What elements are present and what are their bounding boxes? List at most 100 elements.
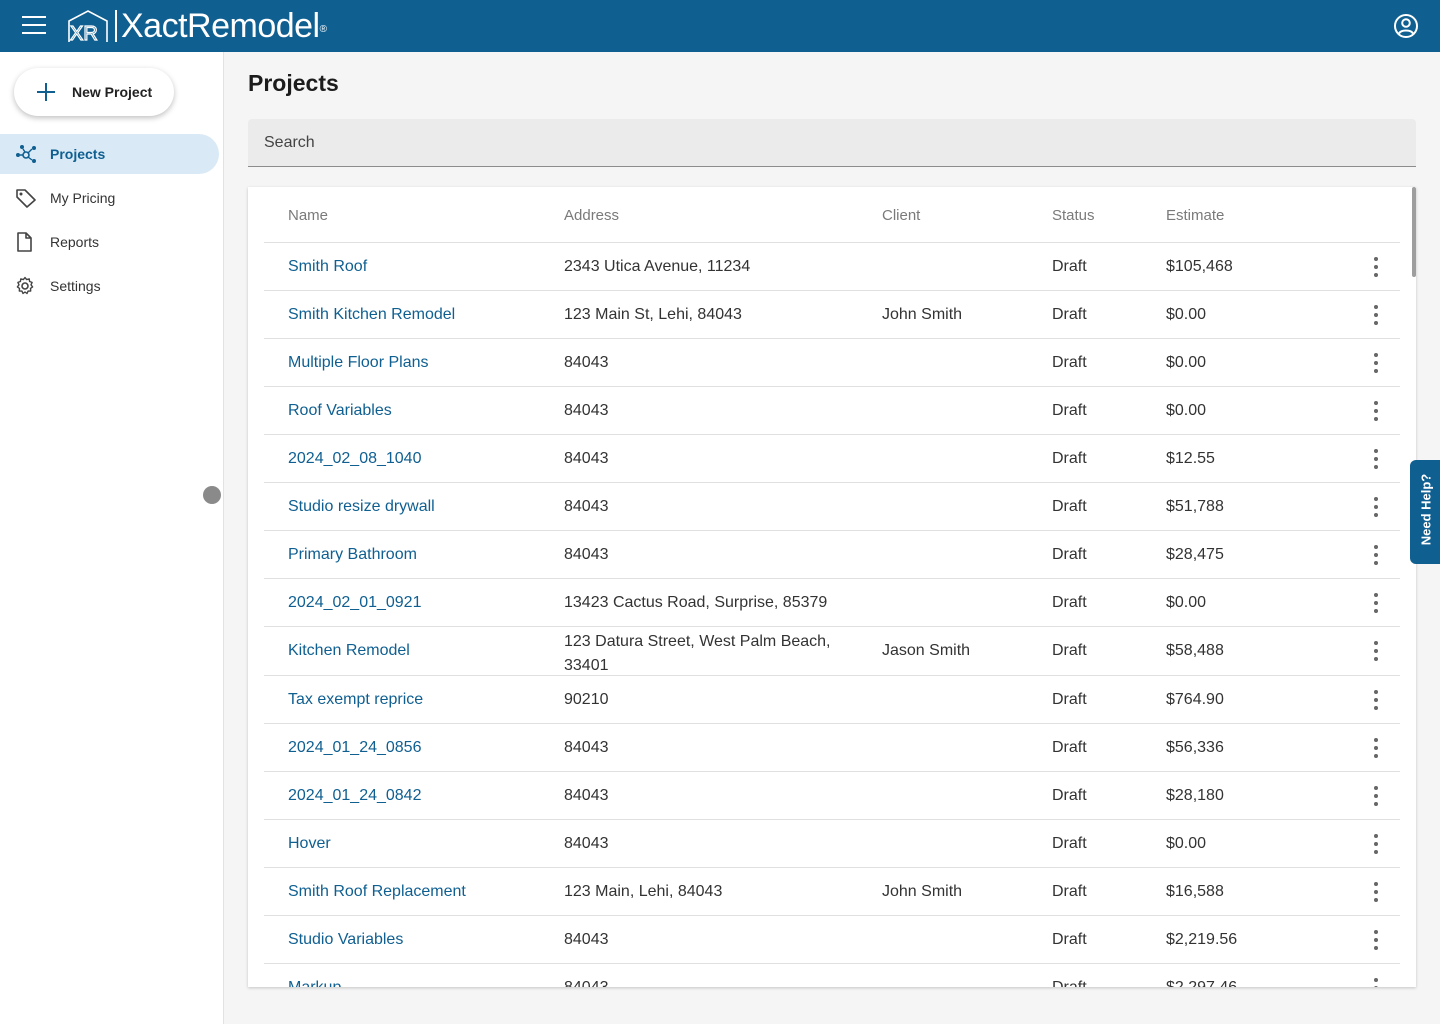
app-logo: XactRemodel® bbox=[121, 5, 327, 47]
project-status: Draft bbox=[1052, 450, 1087, 467]
more-vertical-icon[interactable] bbox=[1366, 641, 1386, 663]
table-row[interactable]: 2024_01_24_0856 84043 Draft $56,336 bbox=[264, 724, 1400, 772]
logo-divider bbox=[115, 10, 117, 42]
table-row[interactable]: Roof Variables 84043 Draft $0.00 bbox=[264, 387, 1400, 435]
project-client: Jason Smith bbox=[882, 642, 971, 659]
project-estimate: $16,588 bbox=[1166, 883, 1224, 900]
column-header-name[interactable]: Name bbox=[288, 207, 328, 224]
table-row[interactable]: Smith Roof 2343 Utica Avenue, 11234 Draf… bbox=[264, 243, 1400, 291]
column-header-status[interactable]: Status bbox=[1052, 207, 1095, 224]
document-icon bbox=[17, 232, 32, 252]
project-status: Draft bbox=[1052, 642, 1087, 659]
project-name-link[interactable]: 2024_01_24_0842 bbox=[288, 787, 421, 805]
project-name-link[interactable]: Multiple Floor Plans bbox=[288, 354, 429, 372]
tag-icon bbox=[16, 189, 36, 208]
column-header-address[interactable]: Address bbox=[564, 207, 619, 224]
more-vertical-icon[interactable] bbox=[1366, 738, 1386, 760]
project-name-link[interactable]: 2024_02_08_1040 bbox=[288, 450, 421, 468]
sidebar-item-label: My Pricing bbox=[50, 190, 116, 206]
new-project-label: New Project bbox=[72, 84, 153, 100]
project-name-link[interactable]: Tax exempt reprice bbox=[288, 691, 423, 709]
table-scrollbar[interactable] bbox=[1412, 187, 1416, 277]
project-name-link[interactable]: Kitchen Remodel bbox=[288, 642, 410, 660]
table-row[interactable]: Multiple Floor Plans 84043 Draft $0.00 bbox=[264, 339, 1400, 387]
project-address: 90210 bbox=[564, 691, 609, 708]
project-status: Draft bbox=[1052, 691, 1087, 708]
more-vertical-icon[interactable] bbox=[1366, 497, 1386, 519]
project-estimate: $2,219.56 bbox=[1166, 931, 1238, 948]
sidebar-collapse-handle[interactable] bbox=[203, 486, 221, 504]
table-row[interactable]: Kitchen Remodel 123 Datura Street, West … bbox=[264, 627, 1400, 676]
table-row[interactable]: 2024_01_24_0842 84043 Draft $28,180 bbox=[264, 772, 1400, 820]
project-estimate: $0.00 bbox=[1166, 306, 1207, 323]
more-vertical-icon[interactable] bbox=[1366, 305, 1386, 327]
project-status: Draft bbox=[1052, 498, 1087, 515]
project-estimate: $51,788 bbox=[1166, 498, 1224, 515]
more-vertical-icon[interactable] bbox=[1366, 449, 1386, 471]
project-name-link[interactable]: Smith Roof bbox=[288, 258, 367, 276]
column-header-estimate[interactable]: Estimate bbox=[1166, 207, 1224, 224]
table-row[interactable]: Markup 84043 Draft $2,297.46 bbox=[264, 964, 1400, 987]
project-name-link[interactable]: Primary Bathroom bbox=[288, 546, 417, 564]
project-estimate: $58,488 bbox=[1166, 642, 1224, 659]
table-row[interactable]: Smith Kitchen Remodel 123 Main St, Lehi,… bbox=[264, 291, 1400, 339]
sidebar-item-settings[interactable]: Settings bbox=[0, 266, 219, 306]
project-name-link[interactable]: 2024_02_01_0921 bbox=[288, 594, 421, 612]
sidebar-item-my-pricing[interactable]: My Pricing bbox=[0, 178, 219, 218]
project-estimate: $12.55 bbox=[1166, 450, 1215, 467]
project-address: 84043 bbox=[564, 498, 609, 515]
table-row[interactable]: Hover 84043 Draft $0.00 bbox=[264, 820, 1400, 868]
project-status: Draft bbox=[1052, 306, 1087, 323]
more-vertical-icon[interactable] bbox=[1366, 930, 1386, 952]
project-name-link[interactable]: Roof Variables bbox=[288, 402, 392, 420]
project-estimate: $0.00 bbox=[1166, 835, 1207, 852]
more-vertical-icon[interactable] bbox=[1366, 545, 1386, 567]
table-row[interactable]: Studio resize drywall 84043 Draft $51,78… bbox=[264, 483, 1400, 531]
project-estimate: $764.90 bbox=[1166, 691, 1224, 708]
more-vertical-icon[interactable] bbox=[1366, 690, 1386, 712]
project-name-link[interactable]: Studio Variables bbox=[288, 931, 403, 949]
project-estimate: $2,297.46 bbox=[1166, 979, 1237, 987]
more-vertical-icon[interactable] bbox=[1366, 353, 1386, 375]
table-row[interactable]: Smith Roof Replacement 123 Main, Lehi, 8… bbox=[264, 868, 1400, 916]
plus-icon bbox=[37, 83, 55, 101]
more-vertical-icon[interactable] bbox=[1366, 978, 1386, 987]
hamburger-menu-icon[interactable] bbox=[22, 16, 46, 36]
project-status: Draft bbox=[1052, 979, 1087, 987]
project-address: 84043 bbox=[564, 354, 609, 371]
new-project-button[interactable]: New Project bbox=[14, 68, 174, 116]
table-row[interactable]: Primary Bathroom 84043 Draft $28,475 bbox=[264, 531, 1400, 579]
project-status: Draft bbox=[1052, 883, 1087, 900]
project-name-link[interactable]: 2024_01_24_0856 bbox=[288, 739, 421, 757]
more-vertical-icon[interactable] bbox=[1366, 257, 1386, 279]
sidebar-item-reports[interactable]: Reports bbox=[0, 222, 219, 262]
table-row[interactable]: Tax exempt reprice 90210 Draft $764.90 bbox=[264, 676, 1400, 724]
table-row[interactable]: 2024_02_01_0921 13423 Cactus Road, Surpr… bbox=[264, 579, 1400, 627]
more-vertical-icon[interactable] bbox=[1366, 882, 1386, 904]
search-input[interactable] bbox=[248, 119, 1416, 167]
project-name-link[interactable]: Smith Roof Replacement bbox=[288, 883, 466, 901]
project-estimate: $0.00 bbox=[1166, 594, 1207, 611]
project-name-link[interactable]: Hover bbox=[288, 835, 331, 853]
project-status: Draft bbox=[1052, 354, 1087, 371]
need-help-tab[interactable]: Need Help? bbox=[1410, 460, 1440, 564]
table-row[interactable]: 2024_02_08_1040 84043 Draft $12.55 bbox=[264, 435, 1400, 483]
project-name-link[interactable]: Studio resize drywall bbox=[288, 498, 435, 516]
column-header-client[interactable]: Client bbox=[882, 207, 920, 224]
project-address: 123 Main St, Lehi, 84043 bbox=[564, 306, 742, 323]
table-body: Smith Roof 2343 Utica Avenue, 11234 Draf… bbox=[264, 243, 1400, 987]
project-name-link[interactable]: Smith Kitchen Remodel bbox=[288, 306, 455, 324]
more-vertical-icon[interactable] bbox=[1366, 786, 1386, 808]
table-row[interactable]: Studio Variables 84043 Draft $2,219.56 bbox=[264, 916, 1400, 964]
more-vertical-icon[interactable] bbox=[1366, 593, 1386, 615]
more-vertical-icon[interactable] bbox=[1366, 401, 1386, 423]
project-address: 13423 Cactus Road, Surprise, 85379 bbox=[564, 594, 828, 611]
project-name-link[interactable]: Markup bbox=[288, 979, 341, 987]
project-status: Draft bbox=[1052, 931, 1087, 948]
more-vertical-icon[interactable] bbox=[1366, 834, 1386, 856]
gear-icon bbox=[16, 276, 34, 295]
project-client: John Smith bbox=[882, 306, 963, 323]
projects-table: Name Address Client Status Estimate Smit… bbox=[248, 187, 1416, 987]
sidebar-item-projects[interactable]: Projects bbox=[0, 134, 219, 174]
account-circle-icon[interactable] bbox=[1393, 13, 1419, 39]
